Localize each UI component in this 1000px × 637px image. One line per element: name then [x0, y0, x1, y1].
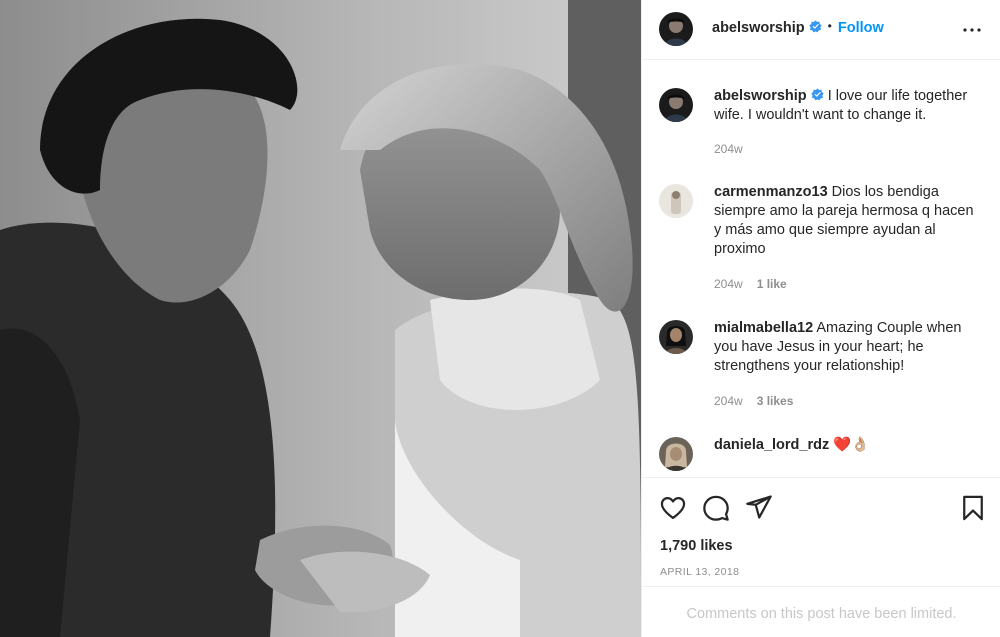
comment-username[interactable]: mialmabella12 [714, 320, 813, 336]
comment-body: daniela_lord_rdz ❤️👌🏼 [714, 436, 984, 455]
post-actions: 1,790 likes APRIL 13, 2018 [642, 477, 1000, 587]
author-username[interactable]: abelsworship [712, 20, 805, 36]
more-options-icon[interactable] [960, 18, 984, 42]
avatar[interactable] [659, 437, 693, 471]
comment-time[interactable]: 204w [714, 142, 743, 156]
post-photo[interactable] [0, 0, 641, 637]
bookmark-icon[interactable] [959, 494, 987, 522]
comment-likes[interactable]: 1 like [757, 277, 787, 291]
verified-badge-icon [808, 20, 822, 33]
follow-button[interactable]: Follow [838, 20, 884, 36]
comment-body: carmenmanzo13 Dios los bendiga siempre a… [714, 183, 984, 259]
comment-meta: 204w 3 likes [714, 394, 793, 408]
comment-body: mialmabella12 Amazing Couple when you ha… [714, 319, 984, 376]
post-date[interactable]: APRIL 13, 2018 [660, 566, 739, 578]
likes-count[interactable]: 1,790 likes [660, 538, 733, 554]
comment-bubble-icon[interactable] [702, 494, 730, 522]
comment-body: abelsworship I love our life together wi… [714, 87, 984, 125]
comment-time[interactable]: 204w [714, 277, 743, 291]
comment-username[interactable]: abelsworship [714, 88, 807, 104]
comments-limited-notice: Comments on this post have been limited. [642, 586, 1000, 637]
post-sidebar: abelsworship • Follow abelsworship I love … [641, 0, 1000, 637]
comment-text: ❤️👌🏼 [833, 437, 870, 453]
avatar[interactable] [659, 320, 693, 354]
verified-badge-icon [810, 88, 824, 101]
comment-meta: 204w [714, 142, 743, 156]
heart-outline-icon[interactable] [659, 494, 687, 522]
avatar[interactable] [659, 88, 693, 122]
paper-plane-icon[interactable] [745, 493, 773, 521]
comment-time[interactable]: 204w [714, 394, 743, 408]
post-header: abelsworship • Follow [642, 0, 1000, 60]
separator-dot: • [827, 19, 832, 33]
comments-list[interactable]: abelsworship I love our life together wi… [642, 61, 1000, 476]
avatar[interactable] [659, 184, 693, 218]
author-avatar[interactable] [659, 12, 693, 46]
comment-username[interactable]: daniela_lord_rdz [714, 437, 829, 453]
comment-likes[interactable]: 3 likes [757, 394, 794, 408]
comment-username[interactable]: carmenmanzo13 [714, 184, 828, 200]
comment-meta: 204w 1 like [714, 277, 787, 291]
